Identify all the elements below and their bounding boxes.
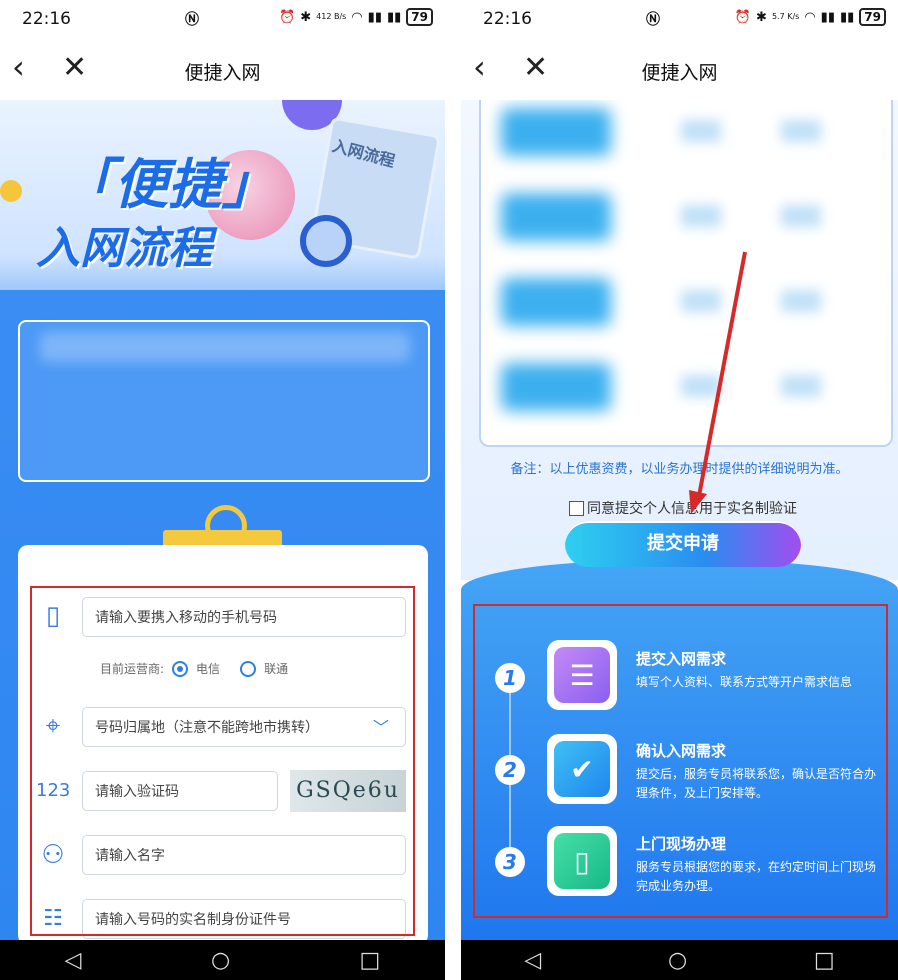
signal-icon-2: ▮▮ (386, 9, 402, 25)
highlight-box (30, 586, 415, 936)
battery-icon: 79 (859, 8, 886, 26)
bluetooth-icon: ✱ (300, 9, 312, 25)
nfc-icon: Ⓝ (185, 12, 199, 28)
nfc-icon: Ⓝ (646, 12, 660, 28)
nav-bar: ‹ ✕ 便捷入网 (461, 40, 898, 100)
right-phone-screen: 22:16 Ⓝ ⏰ ✱ 5.7 K/s ◠ ▮▮ ▮▮ 79 ‹ ✕ 便捷入网 … (461, 0, 898, 980)
alarm-icon: ⏰ (279, 9, 296, 25)
signal-icon: ▮▮ (820, 9, 835, 25)
hero-title-line1: 「便捷」 (60, 153, 276, 216)
nav-home-icon[interactable]: ○ (211, 948, 230, 973)
decor-ball (0, 180, 22, 202)
system-nav-bar: ◁ ○ □ (0, 940, 445, 980)
nav-home-icon[interactable]: ○ (668, 948, 687, 973)
nav-bar: ‹ ✕ 便捷入网 (0, 40, 445, 100)
left-phone-screen: 22:16 Ⓝ ⏰ ✱ 412 B/s ◠ ▮▮ ▮▮ 79 ‹ ✕ 便捷入网 … (0, 0, 445, 980)
status-bar: 22:16 Ⓝ ⏰ ✱ 412 B/s ◠ ▮▮ ▮▮ 79 (0, 0, 445, 38)
status-icons: ⏰ ✱ 412 B/s ◠ ▮▮ ▮▮ 79 (279, 8, 433, 26)
magnifier-illustration (300, 215, 352, 267)
wifi-icon: ◠ (351, 9, 363, 25)
network-speed: 412 B/s (316, 12, 347, 21)
nav-recents-icon[interactable]: □ (814, 948, 835, 973)
annotation-arrow (689, 251, 747, 514)
status-icons: ⏰ ✱ 5.7 K/s ◠ ▮▮ ▮▮ 79 (735, 8, 886, 26)
system-nav-bar: ◁ ○ □ (461, 940, 898, 980)
page-title: 便捷入网 (641, 62, 718, 84)
hero-title-line2: 入网流程 (36, 223, 212, 274)
wifi-icon: ◠ (804, 9, 816, 25)
bluetooth-icon: ✱ (756, 9, 767, 25)
status-bar: 22:16 Ⓝ ⏰ ✱ 5.7 K/s ◠ ▮▮ ▮▮ 79 (461, 0, 898, 38)
status-time: 22:16 (22, 9, 71, 29)
blurred-info-box (18, 320, 430, 482)
nav-back-icon[interactable]: ◁ (524, 948, 541, 973)
status-time: 22:16 (483, 9, 532, 29)
network-speed: 5.7 K/s (771, 12, 800, 21)
page-content[interactable]: 备注：以上优惠资费，以业务办理时提供的详细说明为准。 同意提交个人信息用于实名制… (461, 100, 898, 940)
nav-back-icon[interactable]: ◁ (65, 948, 82, 973)
signal-icon: ▮▮ (367, 9, 382, 25)
page-content[interactable]: 入网流程 「便捷」 入网流程 ▯ 请输入要携入移动的手机号码 目前运营商: 电信… (0, 100, 445, 940)
alarm-icon: ⏰ (734, 9, 752, 25)
page-title: 便捷入网 (184, 62, 261, 84)
signal-icon-2: ▮▮ (839, 9, 855, 25)
battery-icon: 79 (406, 8, 433, 26)
nav-recents-icon[interactable]: □ (360, 948, 381, 973)
